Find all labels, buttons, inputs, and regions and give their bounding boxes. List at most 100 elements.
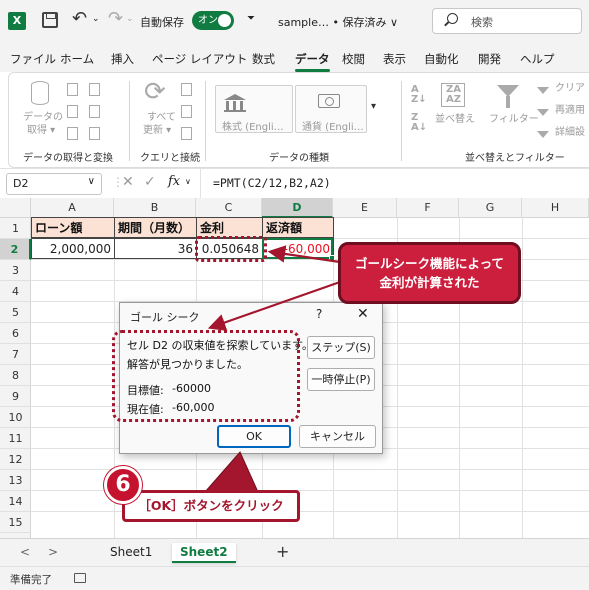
- enter-formula-icon[interactable]: ✓: [144, 174, 156, 190]
- data-types-more-icon[interactable]: ▾: [371, 101, 376, 112]
- fill-handle[interactable]: [329, 255, 335, 261]
- tab-automate[interactable]: 自動化: [424, 51, 459, 67]
- redo-icon[interactable]: ↷: [108, 8, 123, 29]
- column-header-f[interactable]: F: [397, 198, 459, 218]
- database-icon[interactable]: [31, 81, 49, 105]
- recent-sources-icon[interactable]: [89, 83, 100, 96]
- tab-formulas[interactable]: 数式: [252, 51, 275, 67]
- from-table-icon[interactable]: [67, 127, 78, 140]
- row-header[interactable]: 11: [0, 428, 31, 449]
- cell-a2[interactable]: 2,000,000: [31, 238, 115, 259]
- tab-data[interactable]: データ: [295, 51, 330, 72]
- row-header[interactable]: 2: [0, 239, 31, 260]
- autosave-toggle[interactable]: オン: [192, 11, 234, 30]
- from-text-icon[interactable]: [67, 83, 78, 96]
- cell-c1[interactable]: 金利: [196, 217, 263, 238]
- add-sheet-icon[interactable]: +: [276, 542, 289, 561]
- advanced-filter-icon[interactable]: [537, 131, 549, 138]
- queries-icon[interactable]: [181, 83, 192, 96]
- tab-help[interactable]: ヘルプ: [520, 51, 555, 67]
- file-title[interactable]: sample… • 保存済み ∨: [278, 14, 398, 30]
- cell-a1[interactable]: ローン額: [31, 217, 115, 238]
- from-web-icon[interactable]: [67, 105, 78, 118]
- cell-d1[interactable]: 返済額: [262, 217, 334, 238]
- from-picture-icon[interactable]: [89, 127, 100, 140]
- chevron-right-icon[interactable]: >: [48, 545, 58, 559]
- column-header-h[interactable]: H: [522, 198, 589, 218]
- name-box[interactable]: D2 ∨: [6, 173, 102, 195]
- tab-insert[interactable]: 挿入: [111, 51, 134, 67]
- refresh-label-2[interactable]: 更新 ▾: [143, 124, 171, 137]
- select-all-corner[interactable]: [0, 198, 31, 218]
- redo-dropdown-icon[interactable]: ⌄: [126, 14, 134, 24]
- sort-desc-icon[interactable]: Z A↓: [411, 113, 427, 133]
- existing-connections-icon[interactable]: [89, 105, 100, 118]
- step-button[interactable]: ステップ(S): [307, 336, 375, 359]
- ok-button[interactable]: OK: [217, 425, 291, 448]
- row-header[interactable]: 5: [0, 302, 31, 323]
- tab-home[interactable]: ホーム: [60, 51, 94, 67]
- row-header[interactable]: 7: [0, 344, 31, 365]
- help-icon[interactable]: ?: [316, 307, 322, 321]
- cell-b2[interactable]: 36: [114, 238, 197, 259]
- row-header[interactable]: 15: [0, 512, 31, 533]
- sheet-tab-sheet2[interactable]: Sheet2: [172, 543, 236, 563]
- tab-page-layout[interactable]: ページ レイアウト: [152, 51, 247, 67]
- row-header[interactable]: 3: [0, 260, 31, 281]
- close-icon[interactable]: ✕: [357, 306, 369, 322]
- get-data-label-1[interactable]: データの: [23, 111, 63, 124]
- cancel-button[interactable]: キャンセル: [299, 425, 376, 448]
- column-header-g[interactable]: G: [459, 198, 522, 218]
- clear-label[interactable]: クリア: [555, 82, 585, 95]
- row-header[interactable]: 4: [0, 281, 31, 302]
- properties-icon[interactable]: [181, 105, 192, 118]
- sheet-tab-sheet1[interactable]: Sheet1: [102, 543, 160, 561]
- pause-button[interactable]: 一時停止(P): [307, 368, 375, 391]
- column-header-c[interactable]: C: [196, 198, 262, 218]
- get-data-label-2[interactable]: 取得 ▾: [27, 124, 55, 137]
- tab-review[interactable]: 校閲: [342, 51, 365, 67]
- row-header[interactable]: 10: [0, 407, 31, 428]
- save-icon[interactable]: [42, 12, 58, 28]
- chevron-down-icon[interactable]: ∨: [185, 177, 191, 186]
- row-header[interactable]: 12: [0, 449, 31, 470]
- undo-dropdown-icon[interactable]: ⌄: [92, 14, 100, 24]
- chevron-left-icon[interactable]: <: [20, 545, 30, 559]
- clear-filter-icon[interactable]: [537, 87, 549, 94]
- chevron-down-icon[interactable]: ∨: [88, 176, 95, 187]
- currency-data-type[interactable]: 通貨 (Engli…: [295, 85, 367, 133]
- insert-function-icon[interactable]: fx: [168, 174, 180, 189]
- advanced-label[interactable]: 詳細設: [555, 126, 585, 139]
- tab-view[interactable]: 表示: [383, 51, 406, 67]
- filter-label[interactable]: フィルター: [489, 113, 539, 126]
- formula-input[interactable]: =PMT(C2/12,B2,A2): [200, 169, 589, 199]
- row-header[interactable]: 8: [0, 365, 31, 386]
- tab-developer[interactable]: 開発: [478, 51, 501, 67]
- refresh-label-1[interactable]: すべて: [147, 111, 176, 124]
- column-header-d[interactable]: D: [262, 198, 333, 218]
- customize-qat-icon[interactable]: ⏷: [247, 13, 255, 24]
- sort-icon[interactable]: ZA AZ: [441, 83, 465, 107]
- cancel-formula-icon[interactable]: ✕: [122, 174, 134, 190]
- stocks-data-type[interactable]: 株式 (Engli…: [215, 85, 293, 133]
- refresh-all-icon[interactable]: ⟳: [144, 77, 166, 107]
- column-header-b[interactable]: B: [114, 198, 196, 218]
- sort-label[interactable]: 並べ替え: [435, 113, 475, 126]
- accessibility-icon[interactable]: [74, 573, 86, 583]
- filter-icon[interactable]: [497, 85, 519, 108]
- tab-file[interactable]: ファイル: [10, 51, 56, 67]
- row-header[interactable]: 14: [0, 491, 31, 512]
- row-header[interactable]: 13: [0, 470, 31, 491]
- row-header[interactable]: 6: [0, 323, 31, 344]
- column-header-e[interactable]: E: [333, 198, 397, 218]
- sort-asc-icon[interactable]: A Z↓: [411, 85, 427, 105]
- reapply-icon[interactable]: [537, 109, 549, 116]
- reapply-label[interactable]: 再適用: [555, 104, 585, 117]
- undo-icon[interactable]: ↶: [72, 8, 87, 29]
- row-header[interactable]: 9: [0, 386, 31, 407]
- search-input[interactable]: 検索: [432, 8, 582, 34]
- row-header[interactable]: 1: [0, 218, 31, 239]
- cell-b1[interactable]: 期間（月数）: [114, 217, 197, 238]
- column-header-a[interactable]: A: [31, 198, 114, 218]
- edit-links-icon[interactable]: [181, 127, 192, 140]
